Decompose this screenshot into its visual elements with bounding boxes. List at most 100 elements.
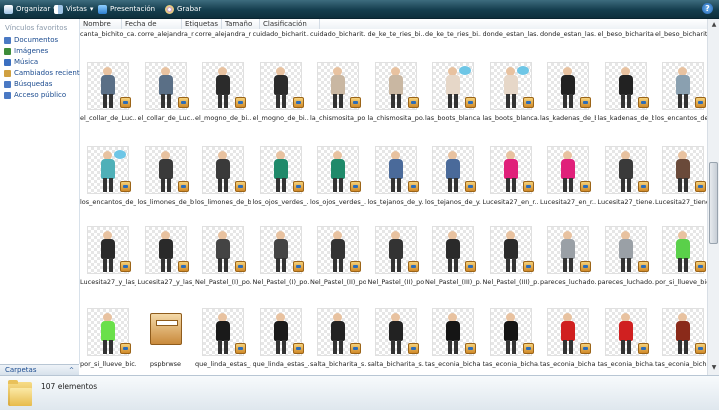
file-item[interactable]: los_tejanos_de_y... — [368, 147, 424, 211]
file-item[interactable]: por_si_llueve_bic... — [80, 309, 136, 373]
file-item[interactable]: tas_econia_bicha... — [540, 309, 596, 373]
file-label[interactable]: corre_alejandra_r... — [195, 30, 251, 38]
nav-item-music[interactable]: Música — [4, 57, 38, 67]
column-size[interactable]: Tamaño — [222, 19, 260, 29]
nav-item-pictures[interactable]: Imágenes — [4, 46, 48, 56]
psp-badge-icon — [292, 261, 304, 272]
psp-badge-icon — [637, 343, 649, 354]
column-rating[interactable]: Clasificación — [260, 19, 320, 29]
file-label: Nel_Pastel_(II)_po... — [367, 278, 424, 286]
psp-badge-icon — [235, 181, 246, 192]
file-item[interactable]: por_si_llueve_bic... — [655, 227, 707, 291]
psp-badge-icon — [407, 181, 419, 192]
file-item[interactable]: la_chismosita_po... — [368, 63, 424, 127]
file-item[interactable]: el_mogno_de_bi... — [195, 63, 251, 127]
file-label[interactable]: cuidado_bicharit... — [253, 30, 309, 38]
file-item[interactable]: la_chismosita_po... — [310, 63, 366, 127]
file-item[interactable]: Nel_Pastel_(I)_po... — [195, 227, 251, 291]
file-item[interactable]: el_collar_de_Luc... — [80, 63, 136, 127]
file-item[interactable]: los_encantos_de_... — [80, 147, 136, 211]
file-item[interactable]: Nel_Pastel_(I)_po... — [253, 227, 309, 291]
file-item[interactable]: los_ojos_verdes_... — [310, 147, 366, 211]
file-label[interactable]: el_beso_bicharita... — [598, 30, 654, 38]
file-label: tas_econia_bicha... — [425, 360, 481, 368]
file-label: el_collar_de_Luc... — [80, 114, 136, 122]
file-item[interactable]: el_mogno_de_bi... — [253, 63, 309, 127]
file-item[interactable]: Nel_Pastel_(III)_p... — [425, 227, 481, 291]
file-label: por_si_llueve_bic... — [655, 278, 707, 286]
file-label: Lucesita27_en_r... — [540, 198, 596, 206]
file-item[interactable]: Lucesita27_tiene... — [655, 147, 707, 211]
scroll-down-icon[interactable]: ▼ — [709, 363, 719, 373]
file-label[interactable]: el_beso_bicharita... — [655, 30, 707, 38]
file-item[interactable]: Lucesita27_en_r... — [483, 147, 539, 211]
help-icon[interactable]: ? — [702, 3, 713, 14]
psp-browse-file-icon — [149, 313, 182, 345]
file-item[interactable]: Lucesita27_y_las_... — [80, 227, 136, 291]
vertical-scrollbar[interactable]: ▲ ▼ — [707, 19, 719, 375]
file-item[interactable]: las_boots_blanca... — [483, 63, 539, 127]
slideshow-button[interactable]: Presentación — [98, 3, 155, 15]
views-label: Vistas — [66, 5, 87, 13]
file-label: que_linda_estas_... — [252, 360, 309, 368]
file-item[interactable]: las_boots_blanca... — [425, 63, 481, 127]
psp-badge-icon — [292, 97, 304, 108]
search-icon — [4, 80, 11, 88]
file-label[interactable]: donde_estan_las... — [540, 30, 596, 38]
file-item[interactable]: los_ojos_verdes_... — [253, 147, 309, 211]
file-item[interactable]: Lucesita27_en_r... — [540, 147, 596, 211]
scroll-thumb[interactable] — [709, 162, 718, 244]
file-item[interactable]: pareces_luchado... — [540, 227, 596, 291]
file-item[interactable]: Nel_Pastel_(III)_p... — [483, 227, 539, 291]
column-tags[interactable]: Etiquetas — [182, 19, 222, 29]
file-item[interactable]: Lucesita27_y_las_... — [138, 227, 194, 291]
column-name[interactable]: Nombre — [80, 19, 122, 29]
file-label[interactable]: donde_estan_las... — [483, 30, 539, 38]
column-date-taken[interactable]: Fecha de captura — [122, 19, 182, 38]
file-item[interactable]: los_limones_de_b... — [138, 147, 194, 211]
psp-badge-icon — [177, 181, 189, 192]
file-item[interactable]: Nel_Pastel_(II)_po... — [368, 227, 424, 291]
slideshow-label: Presentación — [110, 5, 156, 13]
command-bar: Organizar ▾ Vistas ▾ Presentación Grabar… — [0, 0, 719, 19]
file-label: tas_econia_bicha... — [482, 360, 539, 368]
file-item[interactable]: el_collar_de_Luc... — [138, 63, 194, 127]
file-item[interactable]: los_limones_de_b... — [195, 147, 251, 211]
file-item[interactable]: que_linda_estas_... — [253, 309, 309, 373]
psp-badge-icon — [292, 343, 304, 354]
scroll-up-icon[interactable]: ▲ — [709, 20, 719, 30]
file-item[interactable]: tas_econia_bicha... — [483, 309, 539, 373]
organize-button[interactable]: Organizar ▾ — [4, 3, 57, 15]
file-label: Nel_Pastel_(II)_po... — [310, 278, 366, 286]
file-item[interactable]: las_kadenas_de_b... — [598, 63, 654, 127]
file-label[interactable]: de_ke_te_ries_bi... — [425, 30, 481, 38]
file-item[interactable]: los_tejanos_de_y... — [425, 147, 481, 211]
file-label[interactable]: cuidado_bicharit... — [310, 30, 366, 38]
file-item[interactable]: que_linda_estas_... — [195, 309, 251, 373]
psp-badge-icon — [235, 261, 246, 272]
file-label: Nel_Pastel_(I)_po... — [195, 278, 251, 286]
nav-item-public[interactable]: Acceso público — [4, 90, 66, 100]
file-label[interactable]: corre_alejandra_r... — [138, 30, 194, 38]
file-item[interactable]: salta_bicharita_s... — [368, 309, 424, 373]
file-item[interactable]: tas_econia_bicha... — [655, 309, 707, 373]
file-item[interactable]: pareces_luchado... — [598, 227, 654, 291]
file-item[interactable]: salta_bicharita_s... — [310, 309, 366, 373]
file-item[interactable]: Nel_Pastel_(II)_po... — [310, 227, 366, 291]
nav-item-searches[interactable]: Búsquedas — [4, 79, 52, 89]
nav-item-documents[interactable]: Documentos — [4, 35, 58, 45]
burn-button[interactable]: Grabar — [165, 3, 201, 15]
file-item[interactable]: tas_econia_bicha... — [598, 309, 654, 373]
psp-badge-icon — [522, 261, 534, 272]
file-label[interactable]: de_ke_te_ries_bi... — [368, 30, 424, 38]
file-item[interactable]: los_encantos_de... — [655, 63, 707, 127]
file-item[interactable]: las_kadenas_de_b... — [540, 63, 596, 127]
file-label: los_encantos_de_... — [80, 198, 136, 206]
file-item[interactable]: tas_econia_bicha... — [425, 309, 481, 373]
file-label: salta_bicharita_s... — [310, 360, 366, 368]
file-label: las_kadenas_de_b... — [540, 114, 596, 122]
file-item[interactable]: pspbrwse — [138, 309, 194, 373]
file-item[interactable]: Lucesita27_tiene... — [598, 147, 654, 211]
file-label[interactable]: canta_bichito_ca... — [80, 30, 136, 38]
views-button[interactable]: Vistas ▾ — [54, 3, 93, 15]
